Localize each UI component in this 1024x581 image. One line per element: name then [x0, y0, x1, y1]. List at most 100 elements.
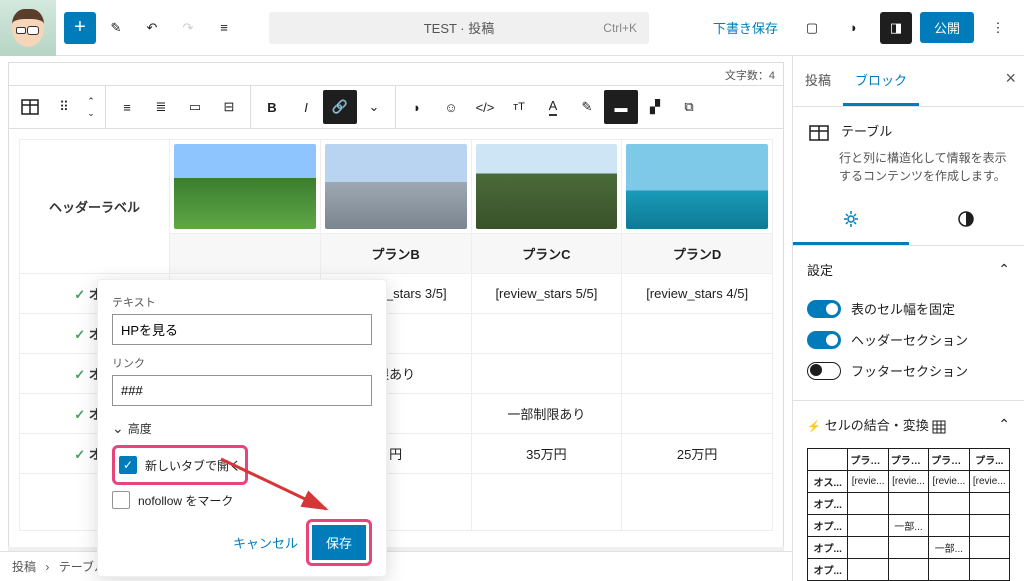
font-size-icon[interactable]: тT	[502, 90, 536, 124]
save-button[interactable]: 保存	[312, 525, 366, 560]
mini-cell[interactable]	[848, 515, 888, 537]
plan-c-image[interactable]	[471, 140, 622, 234]
mini-header-cell[interactable]: プランB	[888, 449, 928, 471]
bold-button[interactable]: B	[255, 90, 289, 124]
more-rich-text-icon[interactable]: ⌄	[357, 90, 391, 124]
more-options-icon[interactable]: ⋮	[982, 12, 1014, 44]
mini-cell[interactable]: [revie...	[888, 471, 928, 493]
table-cell[interactable]	[622, 394, 773, 434]
mini-cell[interactable]: オプ...	[808, 559, 848, 581]
tab-post[interactable]: 投稿	[793, 56, 843, 106]
settings-section-header[interactable]: 設定 ⌃	[793, 246, 1024, 293]
styles-subtab[interactable]	[909, 199, 1024, 245]
mini-header-cell[interactable]: プランC	[929, 449, 969, 471]
fixed-width-toggle[interactable]	[807, 300, 841, 318]
table-cell[interactable]	[622, 474, 773, 531]
breadcrumb-item[interactable]: 投稿	[12, 560, 36, 574]
mini-cell[interactable]: 一部...	[929, 537, 969, 559]
mini-cell[interactable]	[929, 515, 969, 537]
table-cell[interactable]	[471, 474, 622, 531]
code-icon[interactable]: </>	[468, 90, 502, 124]
link-url-input[interactable]	[112, 375, 372, 406]
table-cell[interactable]: 35万円	[471, 434, 622, 474]
table-cell[interactable]: 25万円	[622, 434, 773, 474]
device-preview-icon[interactable]: ▢	[796, 12, 828, 44]
mini-cell[interactable]: オス...	[808, 471, 848, 493]
mini-cell[interactable]	[888, 493, 928, 515]
mini-cell[interactable]: オプ...	[808, 537, 848, 559]
table-cell[interactable]	[471, 314, 622, 354]
text-color-icon[interactable]: A	[536, 90, 570, 124]
undo-button[interactable]: ↶	[136, 12, 168, 44]
emoji-icon[interactable]: ☺	[434, 90, 468, 124]
close-sidebar-icon[interactable]: ×	[1005, 68, 1016, 89]
align-center-icon[interactable]: ≣	[144, 90, 178, 124]
drag-handle-icon[interactable]: ⠿	[47, 90, 81, 124]
table-cell[interactable]	[170, 234, 321, 274]
table-cell[interactable]	[622, 354, 773, 394]
mini-preview-table[interactable]: プランAプランBプランCプラ... オス...[revie...[revie..…	[807, 448, 1010, 581]
link-text-input[interactable]	[112, 314, 372, 345]
mini-cell[interactable]	[848, 559, 888, 581]
image-icon[interactable]: ▞	[638, 90, 672, 124]
move-up-icon[interactable]: ⌃	[81, 95, 101, 107]
mini-cell[interactable]	[969, 559, 1009, 581]
plan-d-header[interactable]: プランD	[622, 234, 773, 274]
plan-b-header[interactable]: プランB	[320, 234, 471, 274]
save-draft-button[interactable]: 下書き保存	[703, 12, 788, 43]
merge-section-header[interactable]: セルの結合・変換 ⌃	[793, 401, 1024, 448]
mini-cell[interactable]	[929, 559, 969, 581]
table-cell[interactable]: 一部制限あり	[471, 394, 622, 434]
mini-cell[interactable]: オプ...	[808, 493, 848, 515]
mini-header-cell[interactable]: プランA	[848, 449, 888, 471]
mini-cell[interactable]	[848, 493, 888, 515]
row-icon[interactable]: ⊟	[212, 90, 246, 124]
checkbox-checked-icon[interactable]: ✓	[119, 456, 137, 474]
background-icon[interactable]: ▬	[604, 90, 638, 124]
mini-header-cell[interactable]	[808, 449, 848, 471]
italic-button[interactable]: I	[289, 90, 323, 124]
link-button[interactable]: 🔗	[323, 90, 357, 124]
document-outline-button[interactable]: ≡	[208, 12, 240, 44]
edit-mode-icon[interactable]: ✎	[100, 12, 132, 44]
mini-cell[interactable]: オプ...	[808, 515, 848, 537]
checkbox-unchecked-icon[interactable]	[112, 491, 130, 509]
table-cell[interactable]: [review_stars 5/5]	[471, 274, 622, 314]
publish-button[interactable]: 公開	[920, 12, 974, 43]
mini-cell[interactable]	[929, 493, 969, 515]
mini-header-cell[interactable]: プラ...	[969, 449, 1009, 471]
settings-panel-toggle[interactable]: ◨	[880, 12, 912, 44]
mini-cell[interactable]: [revie...	[929, 471, 969, 493]
mini-cell[interactable]	[888, 559, 928, 581]
advanced-toggle[interactable]: 高度	[112, 420, 372, 437]
jetpack-icon[interactable]: ◗	[838, 12, 870, 44]
mini-cell[interactable]	[888, 537, 928, 559]
highlight-icon[interactable]: ✎	[570, 90, 604, 124]
special-char-icon[interactable]: ⧉	[672, 90, 706, 124]
align-left-icon[interactable]: ≡	[110, 90, 144, 124]
mini-cell[interactable]	[969, 537, 1009, 559]
header-label-cell[interactable]: ヘッダーラベル	[20, 140, 170, 274]
footer-section-toggle[interactable]	[807, 362, 841, 380]
mini-cell[interactable]: [revie...	[969, 471, 1009, 493]
nofollow-checkbox-row[interactable]: nofollow をマーク	[112, 491, 372, 509]
mini-cell[interactable]: 一部...	[888, 515, 928, 537]
new-tab-checkbox-row[interactable]: ✓ 新しいタブで開く	[119, 456, 241, 474]
user-avatar[interactable]	[0, 0, 56, 56]
settings-subtab[interactable]	[793, 199, 909, 245]
table-cell[interactable]: [review_stars 4/5]	[622, 274, 773, 314]
table-cell[interactable]	[471, 354, 622, 394]
mini-cell[interactable]	[848, 537, 888, 559]
move-down-icon[interactable]: ⌄	[81, 107, 101, 119]
column-icon[interactable]: ▭	[178, 90, 212, 124]
document-title-bar[interactable]: TEST · 投稿 Ctrl+K	[269, 12, 649, 44]
swell-icon[interactable]: ◗	[400, 90, 434, 124]
plan-a-image[interactable]	[170, 140, 321, 234]
mini-cell[interactable]	[969, 515, 1009, 537]
plan-b-image[interactable]	[320, 140, 471, 234]
redo-button[interactable]: ↷	[172, 12, 204, 44]
add-block-button[interactable]: +	[64, 12, 96, 44]
plan-c-header[interactable]: プランC	[471, 234, 622, 274]
mini-cell[interactable]: [revie...	[848, 471, 888, 493]
plan-d-image[interactable]	[622, 140, 773, 234]
